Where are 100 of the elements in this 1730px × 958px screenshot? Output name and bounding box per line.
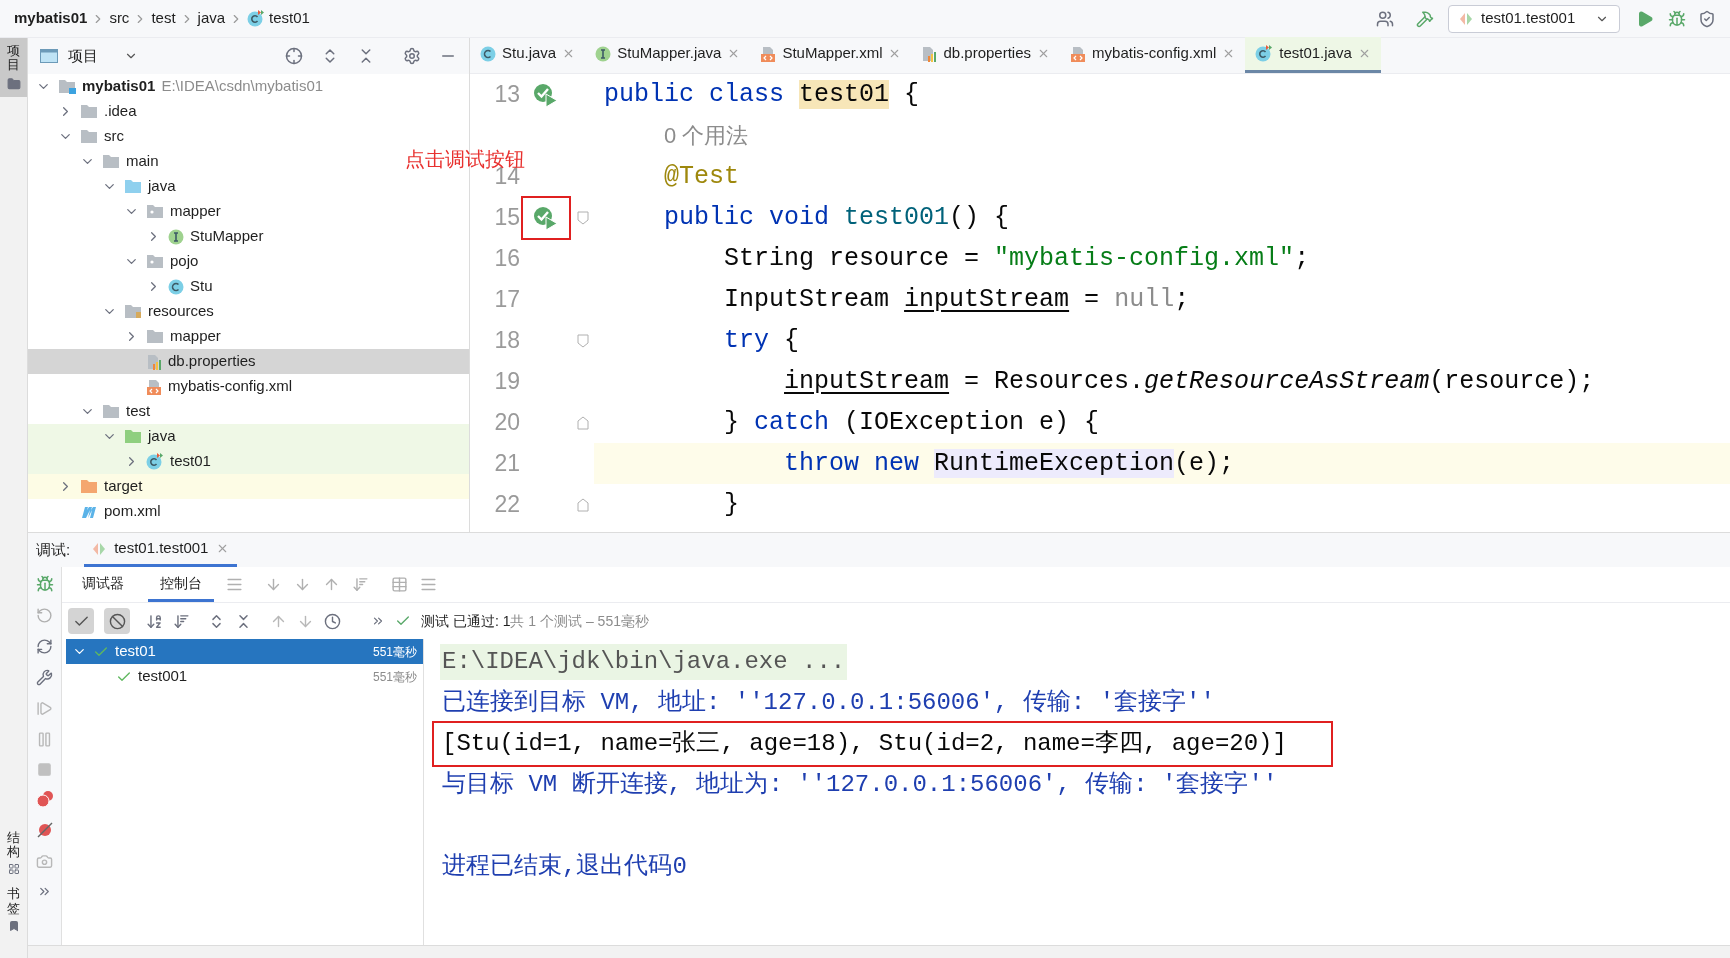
editor-tab[interactable]: StuMapper.xml bbox=[750, 37, 912, 73]
tree-item-label: mybatis-config.xml bbox=[168, 376, 293, 397]
coverage-icon[interactable] bbox=[1698, 9, 1716, 28]
properties-file-icon bbox=[146, 353, 162, 370]
test-summary: 共 1 个测试 – 551毫秒 bbox=[510, 611, 649, 631]
breadcrumb-item[interactable]: test bbox=[151, 7, 176, 30]
breakpoints-icon[interactable] bbox=[35, 791, 54, 807]
build-icon[interactable] bbox=[1416, 9, 1434, 28]
interface-icon bbox=[595, 45, 612, 62]
breadcrumb-item[interactable]: java bbox=[197, 7, 226, 30]
step-over-icon[interactable] bbox=[265, 576, 282, 593]
editor-tab[interactable]: StuMapper.java bbox=[585, 37, 751, 73]
tree-item[interactable]: StuMapper bbox=[28, 224, 268, 249]
tree-item-label: pom.xml bbox=[104, 501, 161, 522]
sort-icon[interactable] bbox=[146, 612, 163, 630]
line-number: 18 bbox=[494, 326, 520, 356]
test-status: 测试 已通过: 1 bbox=[421, 611, 511, 631]
module-path: E:\IDEA\csdn\mybatis01 bbox=[161, 76, 324, 97]
wrench-icon[interactable] bbox=[36, 669, 53, 686]
tool-tab[interactable]: 调试器 bbox=[70, 567, 136, 602]
tree-item[interactable]: resources bbox=[28, 299, 218, 324]
test-tree-item[interactable]: test01 551毫秒 bbox=[66, 639, 423, 664]
tool-window-tab[interactable]: 书签 bbox=[7, 881, 20, 938]
show-passed-toggle[interactable] bbox=[68, 608, 94, 634]
editor-tab[interactable]: test01.java bbox=[1245, 37, 1381, 73]
breadcrumb-item[interactable]: mybatis01 bbox=[14, 7, 88, 30]
run-to-cursor-icon[interactable] bbox=[352, 576, 369, 593]
folder-icon bbox=[124, 304, 142, 319]
sort-duration-icon[interactable] bbox=[173, 612, 190, 630]
stop-icon[interactable] bbox=[37, 762, 52, 777]
tree-item[interactable]: mybatis01 E:\IDEA\csdn\mybatis01 bbox=[28, 74, 328, 99]
project-tool-tab[interactable]: 项目 bbox=[0, 38, 27, 97]
code-line: } bbox=[723, 488, 741, 521]
tree-item[interactable]: main bbox=[28, 149, 163, 174]
settings-icon[interactable] bbox=[403, 47, 421, 65]
rerun-failed-icon[interactable] bbox=[36, 638, 53, 655]
folder-icon bbox=[124, 429, 142, 444]
tree-item-label: resources bbox=[148, 301, 214, 322]
tree-item-label: mybatis01 bbox=[82, 76, 156, 97]
tree-item[interactable]: src bbox=[28, 124, 128, 149]
run-icon[interactable] bbox=[1636, 9, 1654, 28]
editor-tab[interactable]: mybatis-config.xml bbox=[1060, 37, 1246, 73]
tree-item[interactable]: java bbox=[28, 424, 180, 449]
tree-item[interactable]: target bbox=[28, 474, 147, 499]
tool-tab[interactable]: 控制台 bbox=[148, 567, 214, 602]
tree-item[interactable]: test01 bbox=[28, 449, 215, 474]
editor-tab[interactable]: Stu.java bbox=[470, 37, 586, 73]
evaluate-icon[interactable] bbox=[391, 576, 408, 593]
pause-icon[interactable] bbox=[36, 731, 53, 748]
step-into-icon[interactable] bbox=[294, 576, 311, 593]
code-line: String resource = "mybatis-config.xml"; bbox=[723, 242, 1311, 275]
code-line: } catch (IOException e) { bbox=[723, 406, 1101, 439]
resume-icon[interactable] bbox=[36, 700, 53, 717]
tree-item[interactable]: java bbox=[28, 174, 180, 199]
tree-item[interactable]: .idea bbox=[28, 99, 141, 124]
more-icon[interactable] bbox=[371, 614, 385, 628]
tree-item[interactable]: mapper bbox=[28, 199, 225, 224]
tree-item-label: db.properties bbox=[168, 351, 256, 372]
fold-icon[interactable] bbox=[577, 333, 589, 348]
package-icon bbox=[146, 204, 164, 219]
step-out-icon[interactable] bbox=[323, 576, 340, 593]
mute-breakpoints-icon[interactable] bbox=[35, 821, 54, 839]
fold-icon[interactable] bbox=[577, 497, 589, 512]
tree-item[interactable]: Stu bbox=[28, 274, 217, 299]
tree-item[interactable]: pojo bbox=[28, 249, 203, 274]
class-icon bbox=[247, 10, 266, 27]
show-ignored-toggle[interactable] bbox=[104, 608, 130, 634]
code-line: InputStream inputStream = null; bbox=[723, 283, 1191, 316]
breadcrumb-item[interactable]: test01 bbox=[269, 7, 310, 30]
locate-icon[interactable] bbox=[285, 47, 303, 65]
fold-icon[interactable] bbox=[577, 415, 589, 430]
tree-item[interactable]: mapper bbox=[28, 324, 225, 349]
debug-icon[interactable] bbox=[1668, 9, 1686, 28]
session-tab[interactable]: test01.test001 bbox=[84, 533, 238, 567]
test-tree-item[interactable]: test001 551毫秒 bbox=[66, 664, 423, 689]
tree-item[interactable]: db.properties bbox=[28, 349, 260, 374]
rerun-icon[interactable] bbox=[36, 607, 53, 624]
tree-item-label: target bbox=[104, 476, 143, 497]
run-config-dropdown[interactable]: test01.test001 bbox=[1448, 4, 1620, 33]
tool-window-tab[interactable]: 结构 bbox=[7, 824, 20, 882]
code-line: public class test01 { bbox=[603, 78, 921, 111]
tree-item[interactable]: pom.xml bbox=[28, 499, 165, 524]
list-icon[interactable] bbox=[226, 576, 243, 593]
panel-title[interactable]: 项目 bbox=[68, 44, 98, 68]
fold-icon[interactable] bbox=[577, 210, 589, 225]
trace-icon[interactable] bbox=[420, 576, 437, 593]
run-test-icon[interactable] bbox=[533, 205, 559, 230]
line-number: 17 bbox=[494, 285, 520, 315]
tree-item[interactable]: test bbox=[28, 399, 155, 424]
tree-item-label: Stu bbox=[190, 276, 213, 297]
xml-file-icon bbox=[146, 378, 162, 395]
history-icon[interactable] bbox=[324, 612, 341, 630]
run-test-icon[interactable] bbox=[533, 82, 559, 107]
breadcrumb-item[interactable]: src bbox=[109, 7, 130, 30]
tree-item[interactable]: mybatis-config.xml bbox=[28, 374, 297, 399]
editor-tab[interactable]: db.properties bbox=[911, 37, 1061, 73]
folder-icon bbox=[80, 129, 98, 144]
user-icon[interactable] bbox=[1376, 9, 1394, 28]
camera-icon[interactable] bbox=[36, 853, 53, 870]
debug-icon[interactable] bbox=[35, 575, 54, 593]
